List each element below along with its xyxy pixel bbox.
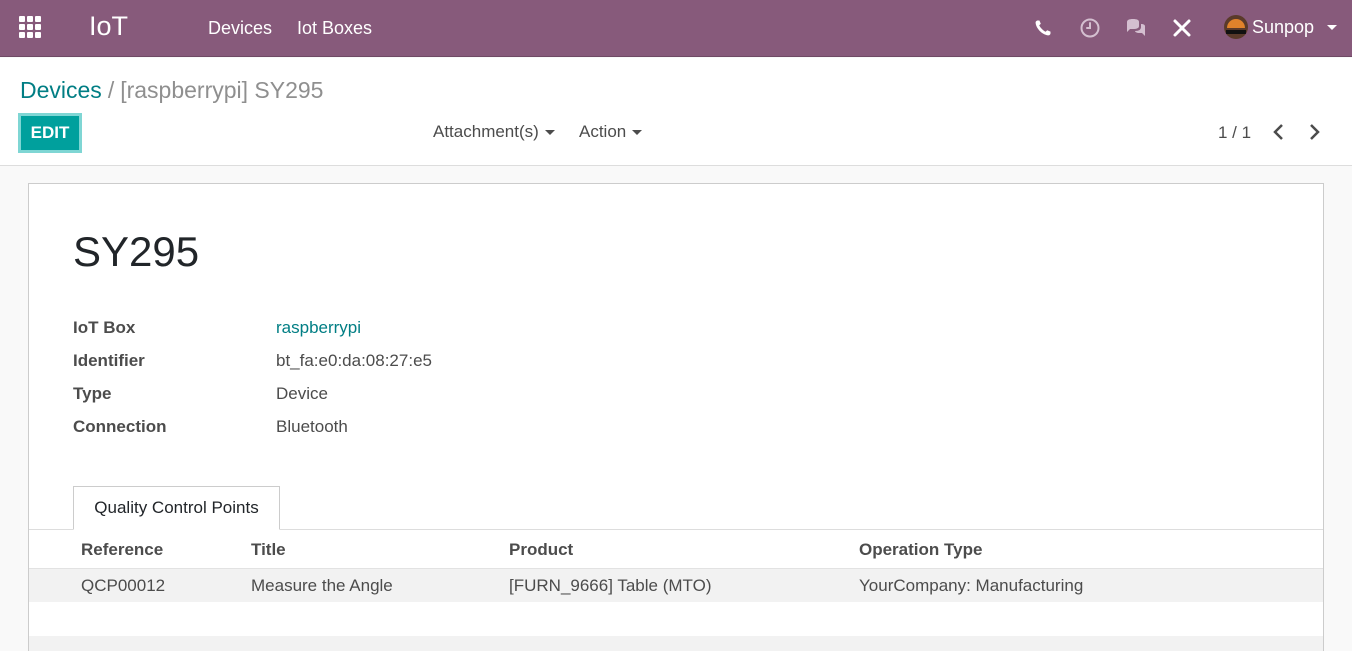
table-footer bbox=[29, 636, 1323, 651]
menu-devices[interactable]: Devices bbox=[208, 18, 272, 39]
chevron-left-icon[interactable] bbox=[1268, 121, 1290, 143]
action-label: Action bbox=[579, 122, 627, 141]
chevron-down-icon bbox=[1327, 25, 1337, 30]
record-title: SY295 bbox=[73, 228, 200, 275]
field-label-iot-box: IoT Box bbox=[73, 318, 136, 337]
breadcrumb-devices-link[interactable]: Devices bbox=[20, 77, 102, 103]
chevron-down-icon bbox=[632, 130, 643, 136]
attachments-label: Attachment(s) bbox=[433, 122, 539, 141]
tab-quality-control-points[interactable]: Quality Control Points bbox=[73, 486, 280, 530]
breadcrumb: Devices / [raspberrypi] SY295 bbox=[20, 77, 323, 104]
pager-value[interactable]: 1 / 1 bbox=[1218, 123, 1251, 143]
field-label-connection: Connection bbox=[73, 417, 167, 436]
app-brand[interactable]: IoT bbox=[89, 11, 128, 42]
attachments-dropdown[interactable]: Attachment(s) bbox=[433, 122, 555, 142]
chevron-right-icon[interactable] bbox=[1303, 121, 1325, 143]
phone-icon[interactable] bbox=[1031, 16, 1055, 40]
cell-product: [FURN_9666] Table (MTO) bbox=[509, 576, 712, 595]
tools-icon[interactable] bbox=[1170, 16, 1194, 40]
breadcrumb-current: [raspberrypi] SY295 bbox=[120, 77, 324, 103]
breadcrumb-separator: / bbox=[107, 77, 115, 103]
top-navbar: IoT Devices Iot Boxes Sunpop bbox=[0, 0, 1352, 57]
chat-icon[interactable] bbox=[1124, 16, 1148, 40]
column-header-title[interactable]: Title bbox=[251, 540, 286, 560]
clock-icon[interactable] bbox=[1078, 16, 1102, 40]
column-header-product[interactable]: Product bbox=[509, 540, 573, 560]
column-header-operation-type[interactable]: Operation Type bbox=[859, 540, 982, 560]
field-value-type: Device bbox=[276, 384, 328, 403]
field-value-identifier: bt_fa:e0:da:08:27:e5 bbox=[276, 351, 432, 370]
table-row[interactable]: QCP00012 Measure the Angle [FURN_9666] T… bbox=[29, 568, 1323, 602]
edit-button[interactable]: EDIT bbox=[18, 113, 82, 153]
cell-title: Measure the Angle bbox=[251, 576, 393, 595]
avatar bbox=[1224, 15, 1248, 39]
field-value-connection: Bluetooth bbox=[276, 417, 348, 436]
grid-apps-icon[interactable] bbox=[19, 16, 43, 38]
control-panel: Devices / [raspberrypi] SY295 EDIT Attachm… bbox=[0, 58, 1352, 166]
user-name: Sunpop bbox=[1252, 17, 1315, 37]
action-dropdown[interactable]: Action bbox=[579, 122, 643, 142]
column-header-reference[interactable]: Reference bbox=[81, 540, 163, 560]
menu-iot-boxes[interactable]: Iot Boxes bbox=[297, 18, 372, 39]
cell-reference: QCP00012 bbox=[81, 576, 166, 595]
field-value-iot-box-link[interactable]: raspberrypi bbox=[276, 318, 361, 338]
field-label-type: Type bbox=[73, 384, 112, 403]
form-sheet: SY295 IoT Box raspberrypi Identifier bt_… bbox=[28, 183, 1324, 651]
cell-operation-type: YourCompany: Manufacturing bbox=[859, 576, 1084, 595]
chevron-down-icon bbox=[544, 130, 555, 136]
field-label-identifier: Identifier bbox=[73, 351, 145, 370]
